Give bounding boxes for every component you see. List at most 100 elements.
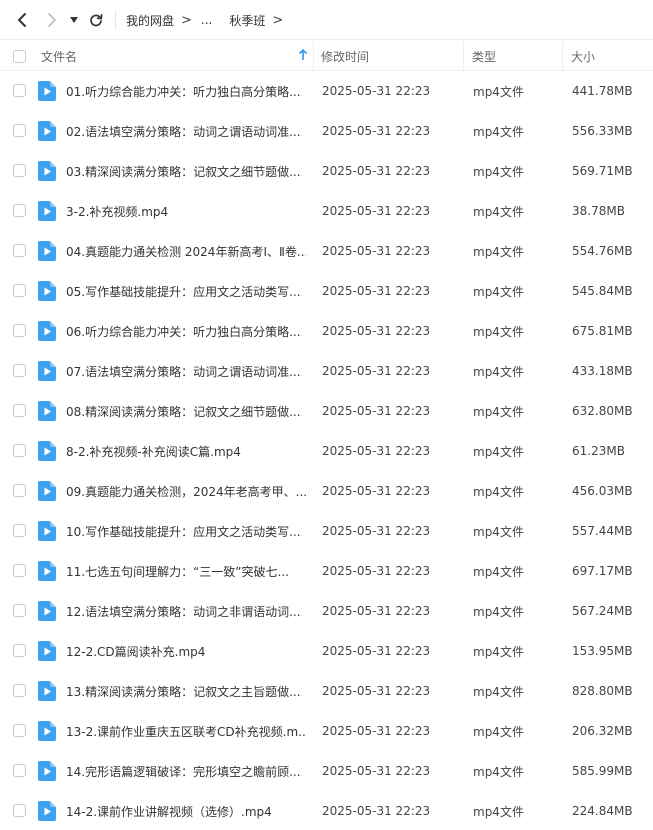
column-divider[interactable] [463,41,464,71]
file-row[interactable]: 05.写作基础技能提升：应用文之活动类写... 2025-05-31 22:23 m… [0,271,653,311]
file-size: 567.24MB [572,604,633,618]
file-size: 456.03MB [572,484,633,498]
row-checkbox[interactable] [13,84,26,97]
file-name[interactable]: 06.听力综合能力冲关：听力独白高分策略... [66,311,306,351]
file-modified-time: 2025-05-31 22:23 [322,724,431,738]
file-size: 632.80MB [572,404,633,418]
file-name[interactable]: 12.语法填空满分策略：动词之非谓语动词... [66,591,306,631]
row-checkbox[interactable] [13,404,26,417]
select-all-checkbox[interactable] [13,41,26,71]
video-file-icon [38,321,56,341]
file-row[interactable]: 02.语法填空满分策略：动词之谓语动词准... 2025-05-31 22:23 m… [0,111,653,151]
file-name[interactable]: 8-2.补充视频-补充阅读C篇.mp4 [66,431,306,471]
file-row[interactable]: 03.精深阅读满分策略：记叙文之细节题做... 2025-05-31 22:23 m… [0,151,653,191]
row-checkbox[interactable] [13,564,26,577]
file-modified-time: 2025-05-31 22:23 [322,364,431,378]
file-modified-time: 2025-05-31 22:23 [322,564,431,578]
file-size: 61.23MB [572,444,625,458]
file-name[interactable]: 05.写作基础技能提升：应用文之活动类写... [66,271,306,311]
file-size: 585.99MB [572,764,633,778]
file-name[interactable]: 11.七选五句间理解力：“三一致”突破七... [66,551,306,591]
row-checkbox[interactable] [13,604,26,617]
row-checkbox[interactable] [13,164,26,177]
row-checkbox[interactable] [13,484,26,497]
file-size: 556.33MB [572,124,633,138]
file-row[interactable]: 07.语法填空满分策略：动词之谓语动词准... 2025-05-31 22:23 m… [0,351,653,391]
row-checkbox[interactable] [13,644,26,657]
breadcrumb-chevron-icon[interactable]: > [272,13,283,28]
row-checkbox[interactable] [13,324,26,337]
video-file-icon [38,401,56,421]
back-arrow-icon[interactable] [12,10,32,30]
file-size: 545.84MB [572,284,633,298]
column-name-header[interactable]: 文件名 [41,41,77,71]
file-row[interactable]: 01.听力综合能力冲关：听力独白高分策略... 2025-05-31 22:23 m… [0,71,653,111]
column-divider[interactable] [313,41,314,71]
file-name[interactable]: 01.听力综合能力冲关：听力独白高分策略... [66,71,306,111]
row-checkbox[interactable] [13,444,26,457]
forward-arrow-icon[interactable] [42,10,62,30]
column-modified-header[interactable]: 修改时间 [321,41,369,71]
row-checkbox[interactable] [13,284,26,297]
file-name[interactable]: 03.精深阅读满分策略：记叙文之细节题做... [66,151,306,191]
file-row[interactable]: 12-2.CD篇阅读补充.mp4 2025-05-31 22:23 mp4文件 153… [0,631,653,671]
row-checkbox[interactable] [13,124,26,137]
refresh-icon[interactable] [86,10,106,30]
video-file-icon [38,161,56,181]
breadcrumb-item-ellipsis[interactable]: ... [201,13,212,27]
breadcrumb-item-root[interactable]: 我的网盘 [126,12,174,29]
video-file-icon [38,561,56,581]
file-row[interactable]: 09.真题能力通关检测，2024年老高考甲、... 2025-05-31 22:2… [0,471,653,511]
file-type: mp4文件 [473,324,524,339]
file-modified-time: 2025-05-31 22:23 [322,124,431,138]
file-name[interactable]: 13.精深阅读满分策略：记叙文之主旨题做... [66,671,306,711]
row-checkbox[interactable] [13,804,26,817]
file-name[interactable]: 10.写作基础技能提升：应用文之活动类写... [66,511,306,551]
file-name[interactable]: 14-2.课前作业讲解视频（选修）.mp4 [66,791,306,830]
row-checkbox[interactable] [13,364,26,377]
file-size: 441.78MB [572,84,633,98]
file-row[interactable]: 08.精深阅读满分策略：记叙文之细节题做... 2025-05-31 22:23 m… [0,391,653,431]
column-divider[interactable] [562,41,563,71]
breadcrumb: 我的网盘 > ... 秋季班 > [126,0,290,40]
file-row[interactable]: 11.七选五句间理解力：“三一致”突破七... 2025-05-31 22:23 m… [0,551,653,591]
file-row[interactable]: 8-2.补充视频-补充阅读C篇.mp4 2025-05-31 22:23 mp4文件… [0,431,653,471]
file-name[interactable]: 12-2.CD篇阅读补充.mp4 [66,631,306,671]
file-name[interactable]: 07.语法填空满分策略：动词之谓语动词准... [66,351,306,391]
file-row[interactable]: 3-2.补充视频.mp4 2025-05-31 22:23 mp4文件 38.78MB [0,191,653,231]
row-checkbox[interactable] [13,244,26,257]
breadcrumb-item-current[interactable]: 秋季班 [229,12,265,29]
file-name[interactable]: 02.语法填空满分策略：动词之谓语动词准... [66,111,306,151]
sort-up-arrow-icon[interactable] [298,48,308,64]
row-checkbox[interactable] [13,724,26,737]
row-checkbox[interactable] [13,524,26,537]
column-size-header[interactable]: 大小 [571,41,595,71]
file-row[interactable]: 13-2.课前作业重庆五区联考CD补充视频.m... 2025-05-31 22:… [0,711,653,751]
file-row[interactable]: 14.完形语篇逻辑破译：完形填空之瞻前顾... 2025-05-31 22:23 m… [0,751,653,791]
file-row[interactable]: 13.精深阅读满分策略：记叙文之主旨题做... 2025-05-31 22:23 m… [0,671,653,711]
column-type-header[interactable]: 类型 [472,41,496,71]
file-type: mp4文件 [473,524,524,539]
row-checkbox[interactable] [13,764,26,777]
file-type: mp4文件 [473,484,524,499]
dropdown-triangle-icon[interactable] [66,10,82,30]
file-name[interactable]: 04.真题能力通关检测 2024年新高考Ⅰ、Ⅱ卷... [66,231,306,271]
file-modified-time: 2025-05-31 22:23 [322,804,431,818]
file-row[interactable]: 04.真题能力通关检测 2024年新高考Ⅰ、Ⅱ卷... 2025-05-31 22… [0,231,653,271]
file-name[interactable]: 14.完形语篇逻辑破译：完形填空之瞻前顾... [66,751,306,791]
file-type: mp4文件 [473,644,524,659]
file-row[interactable]: 12.语法填空满分策略：动词之非谓语动词... 2025-05-31 22:23 m… [0,591,653,631]
file-name[interactable]: 13-2.课前作业重庆五区联考CD补充视频.m... [66,711,306,751]
file-name[interactable]: 3-2.补充视频.mp4 [66,191,306,231]
file-type: mp4文件 [473,684,524,699]
file-row[interactable]: 10.写作基础技能提升：应用文之活动类写... 2025-05-31 22:23 m… [0,511,653,551]
file-modified-time: 2025-05-31 22:23 [322,484,431,498]
file-size: 224.84MB [572,804,633,818]
file-row[interactable]: 06.听力综合能力冲关：听力独白高分策略... 2025-05-31 22:23 m… [0,311,653,351]
file-name[interactable]: 08.精深阅读满分策略：记叙文之细节题做... [66,391,306,431]
row-checkbox[interactable] [13,204,26,217]
file-row[interactable]: 14-2.课前作业讲解视频（选修）.mp4 2025-05-31 22:23 mp4… [0,791,653,830]
video-file-icon [38,361,56,381]
row-checkbox[interactable] [13,684,26,697]
file-name[interactable]: 09.真题能力通关检测，2024年老高考甲、... [66,471,306,511]
